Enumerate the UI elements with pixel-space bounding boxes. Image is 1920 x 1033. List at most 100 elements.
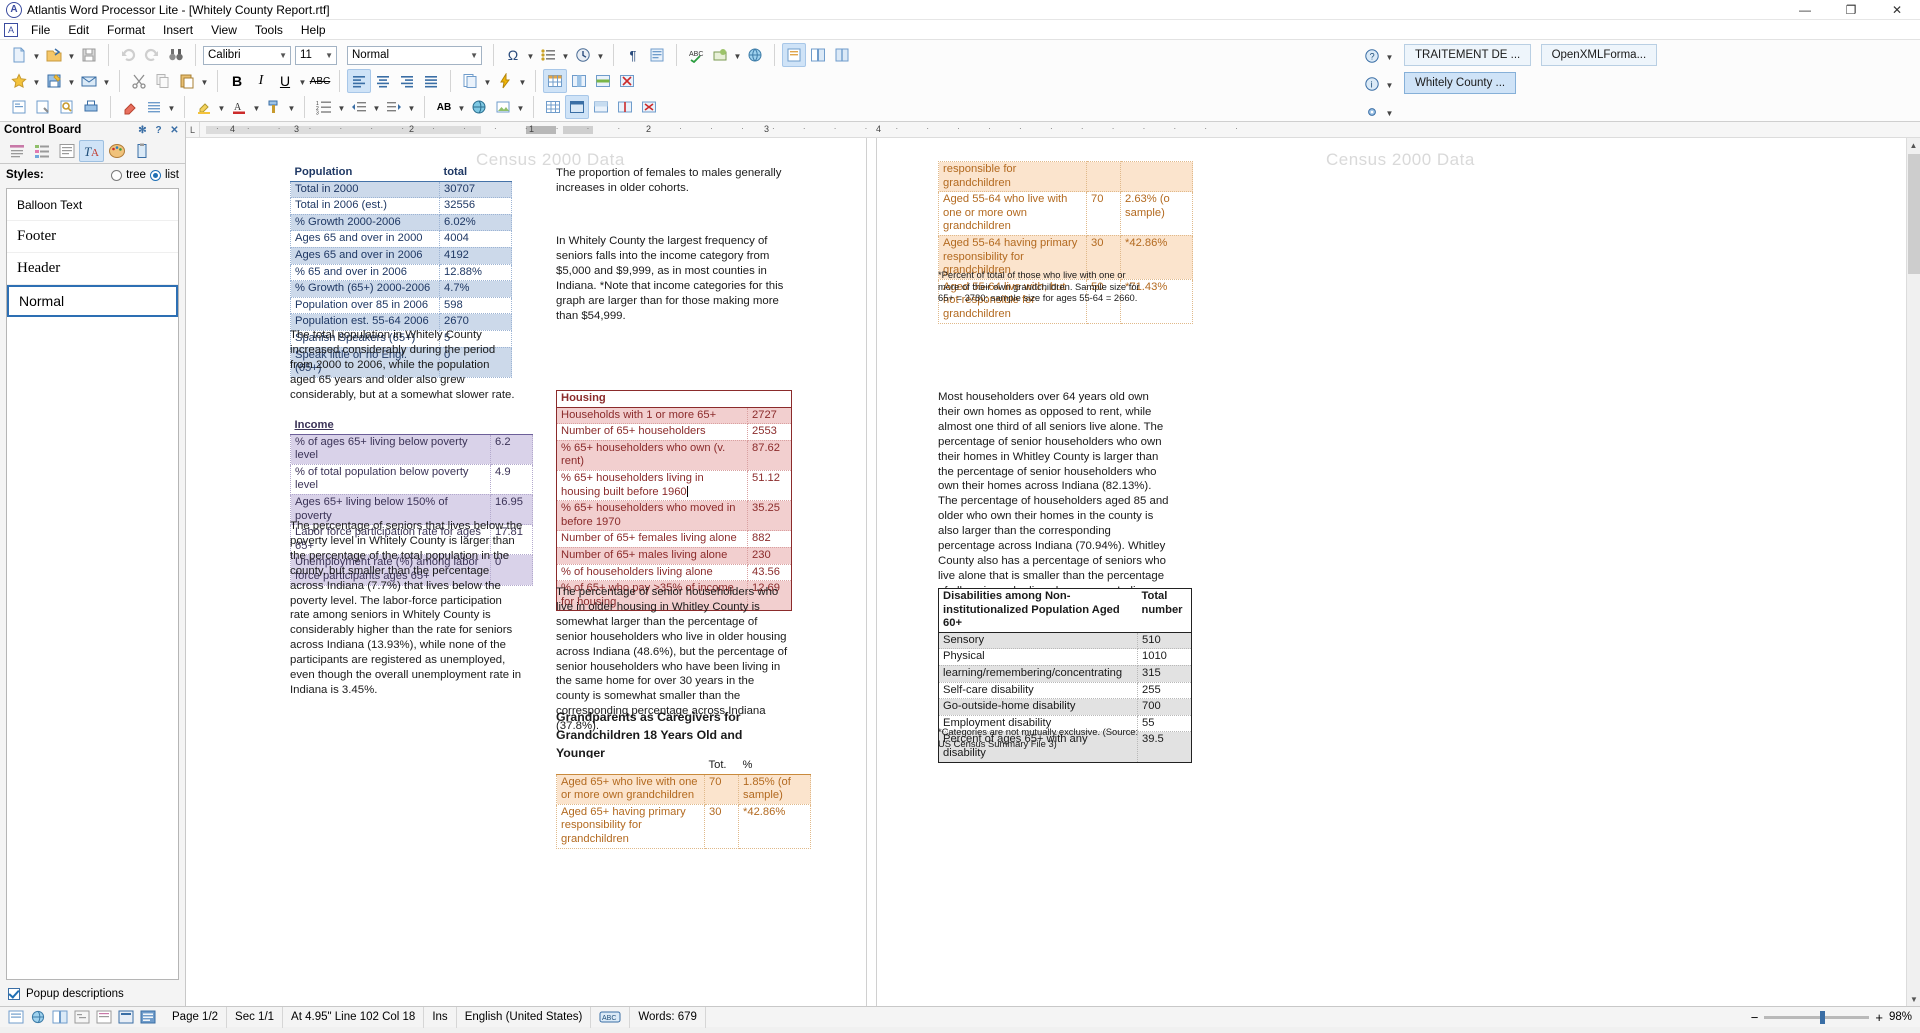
paragraph-lines-dropdown-icon[interactable]: ▼ (166, 95, 177, 119)
view-reading-icon[interactable] (140, 1010, 156, 1024)
lightning-icon[interactable] (493, 69, 517, 93)
underline-button[interactable]: U (273, 69, 297, 93)
save-as-dropdown-icon[interactable]: ▼ (66, 69, 77, 93)
insert-image-dropdown-icon[interactable]: ▼ (515, 95, 526, 119)
format-painter-icon[interactable] (262, 95, 286, 119)
clock-dropdown-icon[interactable]: ▼ (595, 43, 606, 67)
horizontal-ruler[interactable]: L · · · · · · · · · · · · · · · · · · · … (186, 122, 1920, 138)
document-menu-icon[interactable]: A (4, 22, 18, 37)
table-properties-icon[interactable] (565, 95, 589, 119)
cb-tab-paragraph-icon[interactable] (4, 140, 29, 162)
page-setup-dropdown-icon[interactable]: ▼ (482, 69, 493, 93)
cb-tab-clipboard-icon[interactable] (129, 140, 154, 162)
document-page-2[interactable]: Census 2000 Data responsible for grandch… (886, 138, 1546, 1006)
status-spellcheck-icon[interactable]: ABC (591, 1006, 631, 1028)
view-columns-icon[interactable] (830, 43, 854, 67)
print-preview-icon[interactable] (7, 95, 31, 119)
styles-view-tree-radio[interactable] (111, 169, 123, 181)
thesaurus-dropdown-icon[interactable]: ▼ (732, 43, 743, 67)
find-binoculars-icon[interactable] (164, 43, 188, 67)
status-language[interactable]: English (United States) (457, 1006, 592, 1028)
insert-symbol-dropdown-icon[interactable]: ▼ (525, 43, 536, 67)
view-web-icon[interactable] (30, 1010, 46, 1024)
document-page-1[interactable]: Census 2000 Data Population total Total … (206, 138, 866, 1006)
align-justify-button[interactable] (419, 69, 443, 93)
bold-button[interactable]: B (225, 69, 249, 93)
cut-scissors-icon[interactable] (127, 69, 151, 93)
thesaurus-icon[interactable] (708, 43, 732, 67)
scroll-up-icon[interactable]: ▲ (1907, 138, 1920, 152)
align-right-button[interactable] (395, 69, 419, 93)
bullets-dropdown-icon[interactable]: ▼ (560, 43, 571, 67)
undo-icon[interactable] (116, 43, 140, 67)
align-left-button[interactable] (347, 69, 371, 93)
menu-item-format[interactable]: Format (98, 21, 154, 39)
copy-icon[interactable] (151, 69, 175, 93)
document-properties-icon[interactable] (31, 95, 55, 119)
text-highlight-dropdown-icon[interactable]: ▼ (216, 95, 227, 119)
paste-icon[interactable] (175, 69, 199, 93)
control-board-help-icon[interactable]: ? (152, 124, 165, 137)
view-two-page-icon[interactable] (806, 43, 830, 67)
status-page[interactable]: Page 1/2 (164, 1006, 228, 1028)
document-tab-3[interactable]: Whitely County ... (1404, 72, 1517, 94)
italic-button[interactable]: I (249, 69, 273, 93)
table-delete-icon[interactable] (615, 69, 639, 93)
vertical-scrollbar[interactable]: ▲ ▼ (1906, 138, 1920, 1006)
open-document-dropdown-icon[interactable]: ▼ (66, 43, 77, 67)
status-insert-mode[interactable]: Ins (424, 1006, 457, 1028)
menu-item-tools[interactable]: Tools (246, 21, 292, 39)
indent-increase-icon[interactable] (382, 95, 406, 119)
underline-dropdown-icon[interactable]: ▼ (297, 69, 308, 93)
cb-tab-outline-icon[interactable] (54, 140, 79, 162)
zoom-out-button[interactable]: − (1751, 1010, 1759, 1025)
document-tab-2[interactable]: OpenXMLForma... (1540, 44, 1658, 66)
indent-increase-dropdown-icon[interactable]: ▼ (406, 95, 417, 119)
indent-decrease-icon[interactable] (347, 95, 371, 119)
status-word-count[interactable]: Words: 679 (630, 1006, 706, 1028)
style-item-footer[interactable]: Footer (7, 221, 178, 253)
indent-decrease-dropdown-icon[interactable]: ▼ (371, 95, 382, 119)
popup-descriptions-row[interactable]: Popup descriptions (0, 982, 185, 1006)
popup-descriptions-checkbox[interactable] (8, 988, 20, 1000)
font-size-combo[interactable]: 11 ▼ (295, 45, 337, 65)
lightning-dropdown-icon[interactable]: ▼ (517, 69, 528, 93)
page-setup-icon[interactable] (458, 69, 482, 93)
font-color-icon[interactable]: A (227, 95, 251, 119)
styles-view-list-radio[interactable] (149, 169, 161, 181)
send-mail-dropdown-icon[interactable]: ▼ (101, 69, 112, 93)
styles-list[interactable]: Balloon Text Footer Header Normal (6, 188, 179, 980)
change-case-dropdown-icon[interactable]: ▼ (456, 95, 467, 119)
view-draft-icon[interactable] (96, 1010, 112, 1024)
cb-tab-lists-icon[interactable] (29, 140, 54, 162)
strikethrough-button[interactable]: ABC (308, 69, 332, 93)
paragraph-style-combo[interactable]: Normal ▼ (347, 45, 482, 65)
help-dropdown-icon[interactable]: ▼ (1384, 44, 1395, 68)
paste-dropdown-icon[interactable]: ▼ (199, 69, 210, 93)
globe-language-icon[interactable] (743, 43, 767, 67)
status-position[interactable]: At 4.95" Line 102 Col 18 (283, 1006, 425, 1028)
font-name-combo[interactable]: Calibri ▼ (203, 45, 291, 65)
view-outline-icon[interactable] (74, 1010, 90, 1024)
style-item-normal[interactable]: Normal (7, 285, 178, 317)
new-document-icon[interactable] (7, 43, 31, 67)
clock-history-icon[interactable] (571, 43, 595, 67)
redo-icon[interactable] (140, 43, 164, 67)
settings-gears-icon[interactable] (1360, 100, 1384, 124)
style-item-balloon-text[interactable]: Balloon Text (7, 189, 178, 221)
control-board-settings-icon[interactable]: ✻ (136, 124, 149, 137)
view-print-layout-icon[interactable] (52, 1010, 68, 1024)
spell-check-icon[interactable]: ABC (684, 43, 708, 67)
split-cells-icon[interactable] (613, 95, 637, 119)
document-tab-1[interactable]: TRAITEMENT DE ... (1404, 44, 1532, 66)
font-color-dropdown-icon[interactable]: ▼ (251, 95, 262, 119)
info-circle-icon[interactable]: i (1360, 72, 1384, 96)
numbered-list-icon[interactable]: 123 (312, 95, 336, 119)
insert-symbol-icon[interactable]: Ω (501, 43, 525, 67)
insert-hyperlink-icon[interactable] (467, 95, 491, 119)
scrollbar-thumb[interactable] (1908, 154, 1920, 274)
merge-cells-icon[interactable] (589, 95, 613, 119)
zoom-slider-thumb[interactable] (1820, 1010, 1826, 1024)
cb-tab-styles-icon[interactable]: TA (79, 139, 104, 162)
housing-table[interactable]: Housing Households with 1 or more 65+ 272… (556, 390, 792, 612)
